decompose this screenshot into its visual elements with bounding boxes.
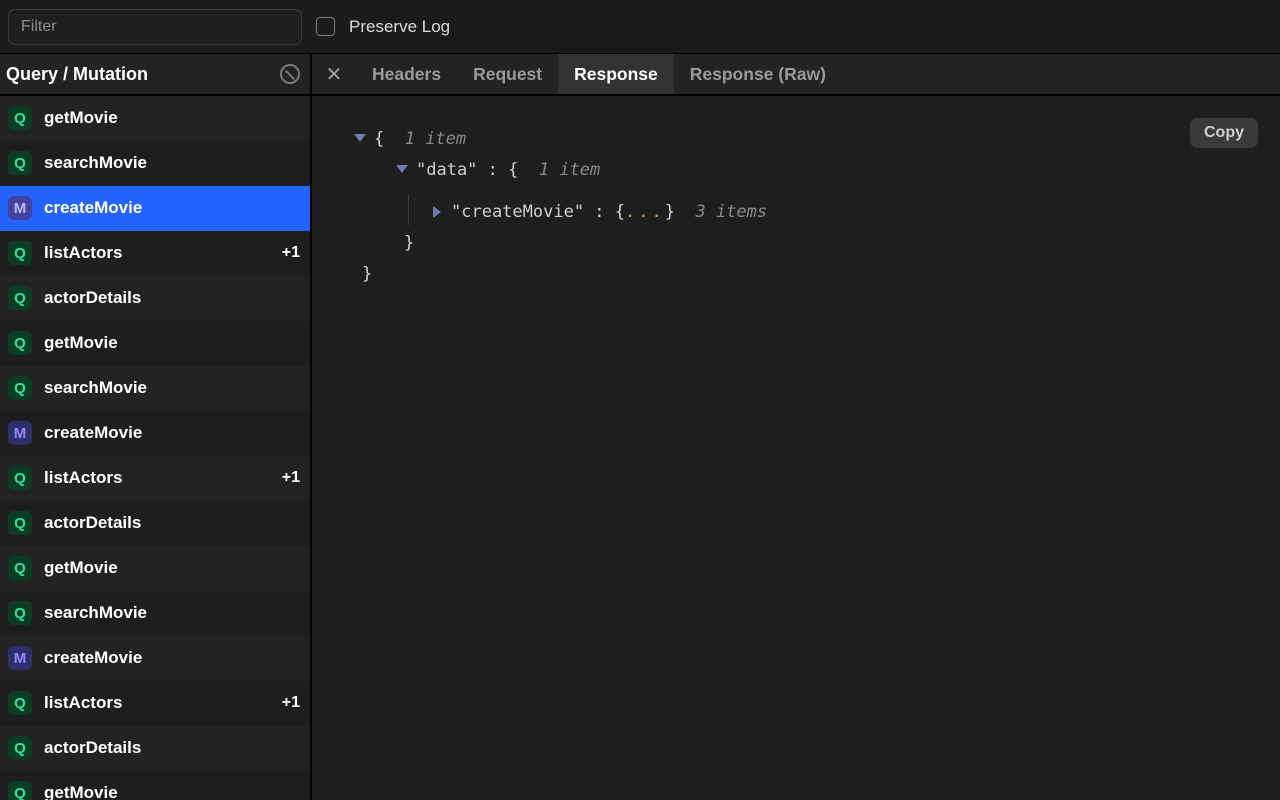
json-key: "createMovie" — [451, 197, 584, 228]
operation-row[interactable]: QlistActors +1 — [0, 231, 310, 276]
operation-extra-count: +1 — [282, 694, 300, 712]
operation-label: getMovie — [44, 333, 118, 353]
operation-label: searchMovie — [44, 378, 147, 398]
operation-label: createMovie — [44, 198, 142, 218]
detail-pane: ✕ Headers Request Response Response (Raw… — [312, 54, 1280, 800]
sidebar-title: Query / Mutation — [6, 64, 148, 85]
operation-row[interactable]: QsearchMovie — [0, 591, 310, 636]
query-badge-icon: Q — [8, 151, 32, 175]
tree-row[interactable]: { 1 item — [354, 124, 1252, 155]
close-icon[interactable]: ✕ — [312, 54, 356, 94]
query-badge-icon: Q — [8, 286, 32, 310]
operation-label: createMovie — [44, 423, 142, 443]
operation-extra-count: +1 — [282, 244, 300, 262]
ellipsis-icon[interactable]: ... — [625, 197, 665, 228]
brace: } — [404, 228, 414, 259]
operation-row[interactable]: McreateMovie — [0, 411, 310, 456]
colon: : — [477, 155, 508, 186]
operation-label: actorDetails — [44, 288, 141, 308]
query-badge-icon: Q — [8, 601, 32, 625]
operation-label: actorDetails — [44, 738, 141, 758]
preserve-log-checkbox[interactable] — [316, 17, 335, 36]
operation-label: listActors — [44, 693, 122, 713]
detail-tabs: ✕ Headers Request Response Response (Raw… — [312, 54, 1280, 96]
toolbar: Preserve Log — [0, 0, 1280, 54]
colon: : — [584, 197, 615, 228]
brace: { — [374, 124, 405, 155]
query-badge-icon: Q — [8, 241, 32, 265]
tree-row: } — [354, 228, 1252, 259]
caret-down-icon[interactable] — [354, 134, 366, 142]
query-badge-icon: Q — [8, 331, 32, 355]
json-key: "data" — [416, 155, 477, 186]
query-badge-icon: Q — [8, 106, 32, 130]
query-badge-icon: Q — [8, 691, 32, 715]
tab-headers[interactable]: Headers — [356, 54, 457, 94]
tab-request[interactable]: Request — [457, 54, 558, 94]
sidebar: Query / Mutation QgetMovieQsearchMovieMc… — [0, 54, 312, 800]
query-badge-icon: Q — [8, 556, 32, 580]
operation-row[interactable]: QsearchMovie — [0, 141, 310, 186]
operation-label: listActors — [44, 468, 122, 488]
operation-row[interactable]: QactorDetails — [0, 501, 310, 546]
tree-guide — [408, 194, 409, 225]
copy-button[interactable]: Copy — [1190, 118, 1258, 148]
mutation-badge-icon: M — [8, 421, 32, 445]
tab-response-raw[interactable]: Response (Raw) — [674, 54, 842, 94]
operation-label: searchMovie — [44, 153, 147, 173]
clear-icon[interactable] — [280, 64, 300, 84]
query-badge-icon: Q — [8, 736, 32, 760]
operation-row[interactable]: QgetMovie — [0, 321, 310, 366]
tree-row[interactable]: "data" : { 1 item — [354, 155, 1252, 186]
tab-response[interactable]: Response — [558, 54, 674, 94]
mutation-badge-icon: M — [8, 646, 32, 670]
operation-label: createMovie — [44, 648, 142, 668]
operation-label: actorDetails — [44, 513, 141, 533]
query-badge-icon: Q — [8, 376, 32, 400]
preserve-log-label: Preserve Log — [349, 17, 450, 37]
operation-row[interactable]: McreateMovie — [0, 636, 310, 681]
operation-extra-count: +1 — [282, 469, 300, 487]
filter-input[interactable] — [8, 9, 302, 45]
response-body: Copy { 1 item "data" : { 1 item "cre — [312, 96, 1280, 800]
query-badge-icon: Q — [8, 781, 32, 800]
operation-list: QgetMovieQsearchMovieMcreateMovieQlistAc… — [0, 96, 310, 800]
brace: } — [362, 259, 372, 290]
operation-row[interactable]: QactorDetails — [0, 726, 310, 771]
tree-row: } — [354, 259, 1252, 290]
operation-row[interactable]: McreateMovie — [0, 186, 310, 231]
operation-label: searchMovie — [44, 603, 147, 623]
operation-row[interactable]: QgetMovie — [0, 771, 310, 800]
item-count: 3 items — [695, 197, 767, 228]
operation-row[interactable]: QgetMovie — [0, 546, 310, 591]
caret-down-icon[interactable] — [396, 165, 408, 173]
operation-row[interactable]: QactorDetails — [0, 276, 310, 321]
brace: { — [508, 155, 539, 186]
mutation-badge-icon: M — [8, 196, 32, 220]
operation-row[interactable]: QlistActors +1 — [0, 456, 310, 501]
operation-label: getMovie — [44, 108, 118, 128]
item-count: 1 item — [405, 124, 466, 155]
sidebar-header: Query / Mutation — [0, 54, 310, 96]
caret-right-icon[interactable] — [433, 206, 441, 218]
operation-label: listActors — [44, 243, 122, 263]
query-badge-icon: Q — [8, 466, 32, 490]
operation-label: getMovie — [44, 783, 118, 800]
item-count: 1 item — [539, 155, 600, 186]
operation-row[interactable]: QsearchMovie — [0, 366, 310, 411]
tree-row[interactable]: "createMovie" : { ... } 3 items — [354, 186, 1252, 228]
query-badge-icon: Q — [8, 511, 32, 535]
brace: { — [615, 197, 625, 228]
operation-row[interactable]: QlistActors +1 — [0, 681, 310, 726]
operation-row[interactable]: QgetMovie — [0, 96, 310, 141]
brace: } — [665, 197, 696, 228]
operation-label: getMovie — [44, 558, 118, 578]
